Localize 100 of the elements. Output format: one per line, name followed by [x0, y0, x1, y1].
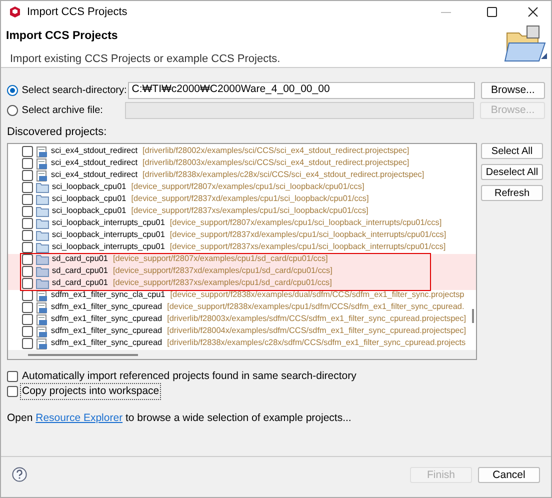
project-file-icon	[36, 302, 48, 314]
checkbox[interactable]	[22, 266, 33, 277]
project-file-icon	[36, 338, 48, 350]
horizontal-scrollbar-thumb[interactable]	[28, 354, 138, 356]
project-name: sd_card_cpu01	[52, 279, 108, 288]
close-button[interactable]	[528, 7, 538, 17]
project-row[interactable]: sdfm_ex1_filter_sync_cla_cpu1 [device_support/f2838x/examples/dual/sdfm/CCS/sdfm_ex1_filter_sync.projectsp	[8, 290, 476, 302]
project-file-icon	[36, 290, 48, 302]
checkbox[interactable]	[22, 290, 33, 301]
resource-hint: Open Resource Explorer to browse a wide selection of example projects...	[7, 410, 352, 426]
checkbox[interactable]	[22, 278, 33, 289]
checkbox[interactable]	[22, 146, 33, 157]
checkbox[interactable]	[22, 302, 33, 313]
list-action-button[interactable]: Deselect All	[481, 164, 543, 180]
checkbox[interactable]	[22, 206, 33, 217]
project-name: sci_loopback_cpu01	[52, 183, 126, 192]
project-path: [device_support/f2837xd/examples/cpu1/sci_loopback/cpu01/ccs]	[131, 195, 369, 204]
checkbox[interactable]	[22, 314, 33, 325]
project-file-icon	[36, 170, 48, 182]
checkbox[interactable]	[22, 170, 33, 181]
radio-button[interactable]	[7, 84, 18, 96]
project-path: [device_support/f2838x/examples/cpu1/sdfm/CCS/sdfm_ex1_filter_sync_cpuread.	[167, 303, 464, 312]
list-action-button[interactable]: Select All	[481, 142, 543, 158]
checkbox[interactable]	[22, 182, 33, 193]
project-row[interactable]: sci_loopback_interrupts_cpu01 [device_support/f2837xd/examples/cpu1/sci_loopback_interrupts/cpu01/ccs]	[8, 230, 476, 242]
project-row[interactable]: sd_card_cpu01 [device_support/f2837xs/examples/cpu1/sd_card/cpu01/ccs]	[8, 278, 476, 290]
folder-icon	[36, 230, 49, 241]
project-file-icon	[36, 158, 48, 170]
browse-button[interactable]: Browse...	[480, 82, 546, 98]
maximize-button[interactable]	[487, 7, 497, 17]
project-path: [driverlib/f2838x/examples/c28x/sdfm/CCS/sdfm_ex1_filter_sync_cpuread.projects	[167, 339, 466, 348]
project-row[interactable]: sdfm_ex1_filter_sync_cpuread [driverlib/f28004x/examples/sdfm/CCS/sdfm_ex1_filter_sync_cpuread.projectspec]	[8, 326, 476, 338]
checkbox[interactable]	[22, 158, 33, 169]
project-name: sd_card_cpu01	[52, 255, 108, 264]
project-path: [device_support/f2807x/examples/cpu1/sci_loopback_interrupts/cpu01/ccs]	[170, 219, 442, 228]
project-name: sci_loopback_interrupts_cpu01	[52, 243, 165, 252]
project-path: [device_support/f2838x/examples/dual/sdfm/CCS/sdfm_ex1_filter_sync.projectsp	[170, 291, 464, 300]
checkbox[interactable]	[22, 218, 33, 229]
project-path: [device_support/f2837xd/examples/cpu1/sd_card/cpu01/ccs]	[113, 267, 332, 276]
project-name: sdfm_ex1_filter_sync_cpuread	[51, 327, 162, 336]
project-row[interactable]: sd_card_cpu01 [device_support/f2807x/examples/cpu1/sd_card/cpu01/ccs]	[8, 254, 476, 266]
project-row[interactable]: sci_loopback_cpu01 [device_support/f2807x/examples/cpu1/sci_loopback/cpu01/ccs]	[8, 182, 476, 194]
vertical-scrollbar-thumb[interactable]	[472, 308, 474, 322]
project-path: [driverlib/f28003x/examples/sci/CCS/sci_ex4_stdout_redirect.projectspec]	[142, 159, 410, 168]
project-row[interactable]: sci_ex4_stdout_redirect [driverlib/f28002x/examples/sci/CCS/sci_ex4_stdout_redirect.projectspec]	[8, 146, 476, 158]
project-row[interactable]: sci_loopback_cpu01 [device_support/f2837xd/examples/cpu1/sci_loopback/cpu01/ccs]	[8, 194, 476, 206]
project-row[interactable]: sdfm_ex1_filter_sync_cpuread [driverlib/f2838x/examples/c28x/sdfm/CCS/sdfm_ex1_filter_sync_cpuread.projects	[8, 338, 476, 350]
option-label[interactable]: Automatically import referenced projects found in same search-directory	[20, 368, 358, 386]
checkbox[interactable]	[22, 338, 33, 349]
project-name: sdfm_ex1_filter_sync_cpuread	[51, 315, 162, 324]
project-row[interactable]: sd_card_cpu01 [device_support/f2837xd/examples/cpu1/sd_card/cpu01/ccs]	[8, 266, 476, 278]
project-row[interactable]: sdfm_ex1_filter_sync_cpuread [device_support/f2838x/examples/cpu1/sdfm/CCS/sdfm_ex1_filter_sync_cpuread.	[8, 302, 476, 314]
project-file-icon	[36, 146, 48, 158]
project-path: [device_support/f2807x/examples/cpu1/sd_card/cpu01/ccs]	[113, 255, 328, 264]
project-row[interactable]: sci_loopback_interrupts_cpu01 [device_support/f2807x/examples/cpu1/sci_loopback_interrupts/cpu01/ccs]	[8, 218, 476, 230]
project-name: sci_loopback_cpu01	[52, 207, 126, 216]
project-row[interactable]: sci_loopback_cpu01 [device_support/f2837xs/examples/cpu1/sci_loopback/cpu01/ccs]	[8, 206, 476, 218]
project-file-icon	[36, 314, 48, 326]
project-name: sdfm_ex1_filter_sync_cpuread	[51, 303, 162, 312]
checkbox[interactable]	[7, 371, 18, 382]
project-path: [device_support/f2837xs/examples/cpu1/sci_loopback/cpu01/ccs]	[131, 207, 368, 216]
dialog-heading: Import CCS Projects	[6, 29, 119, 44]
checkbox[interactable]	[22, 230, 33, 241]
folder-icon	[36, 194, 49, 205]
project-path: [driverlib/f28003x/examples/sdfm/CCS/sdfm_ex1_filter_sync_cpuread.projectspec]	[167, 315, 466, 324]
checkbox[interactable]	[22, 194, 33, 205]
radio-label: Select archive file:	[22, 104, 104, 118]
folder-icon	[36, 206, 49, 217]
project-name: sd_card_cpu01	[52, 267, 108, 276]
cancel-button[interactable]: Cancel	[478, 466, 540, 482]
project-path: [device_support/f2807x/examples/cpu1/sci_loopback/cpu01/ccs]	[131, 183, 364, 192]
project-row[interactable]: sdfm_ex1_filter_sync_cpuread [driverlib/f28003x/examples/sdfm/CCS/sdfm_ex1_filter_sync_cpuread.projectspec]	[8, 314, 476, 326]
checkbox[interactable]	[22, 254, 33, 265]
project-name: sci_loopback_interrupts_cpu01	[52, 231, 165, 240]
radio-label: Select search-directory:	[22, 84, 124, 98]
project-path: [driverlib/f2838x/examples/c28x/sci/CCS/sci_ex4_stdout_redirect.projectspec]	[142, 171, 424, 180]
dialog-description: Import existing CCS Projects or example CCS Projects.	[9, 52, 282, 68]
project-file-icon	[36, 326, 48, 338]
window-title: Import CCS Projects	[27, 4, 128, 20]
option-label[interactable]: Copy projects into workspace	[20, 382, 162, 400]
resource-explorer-link[interactable]: Resource Explorer	[36, 412, 123, 424]
project-name: sci_ex4_stdout_redirect	[51, 159, 138, 168]
project-row[interactable]: sci_loopback_interrupts_cpu01 [device_support/f2837xs/examples/cpu1/sci_loopback_interrupts/cpu01/ccs]	[8, 242, 476, 254]
checkbox[interactable]	[22, 242, 33, 253]
help-icon[interactable]	[12, 467, 27, 482]
project-path: [device_support/f2837xd/examples/cpu1/sci_loopback_interrupts/cpu01/ccs]	[170, 231, 446, 240]
cube-logo-icon	[9, 6, 21, 18]
project-row[interactable]: sci_ex4_stdout_redirect [driverlib/f2838x/examples/c28x/sci/CCS/sci_ex4_stdout_redirect.projectspec]	[8, 170, 476, 182]
folder-icon	[36, 182, 49, 193]
checkbox[interactable]	[7, 386, 18, 397]
list-action-button[interactable]: Refresh	[481, 184, 543, 200]
project-path: [device_support/f2837xs/examples/cpu1/sd_card/cpu01/ccs]	[113, 279, 332, 288]
path-field[interactable]: C:₩TI₩c2000₩C2000Ware_4_00_00_00	[128, 82, 475, 98]
checkbox[interactable]	[22, 326, 33, 337]
folder-icon	[36, 218, 49, 229]
project-name: sci_ex4_stdout_redirect	[51, 147, 138, 156]
project-row[interactable]: sci_ex4_stdout_redirect [driverlib/f28003x/examples/sci/CCS/sci_ex4_stdout_redirect.projectspec]	[8, 158, 476, 170]
project-path: [driverlib/f28004x/examples/sdfm/CCS/sdfm_ex1_filter_sync_cpuread.projectspec]	[167, 327, 466, 336]
project-name: sci_ex4_stdout_redirect	[51, 171, 138, 180]
project-name: sdfm_ex1_filter_sync_cpuread	[51, 339, 162, 348]
